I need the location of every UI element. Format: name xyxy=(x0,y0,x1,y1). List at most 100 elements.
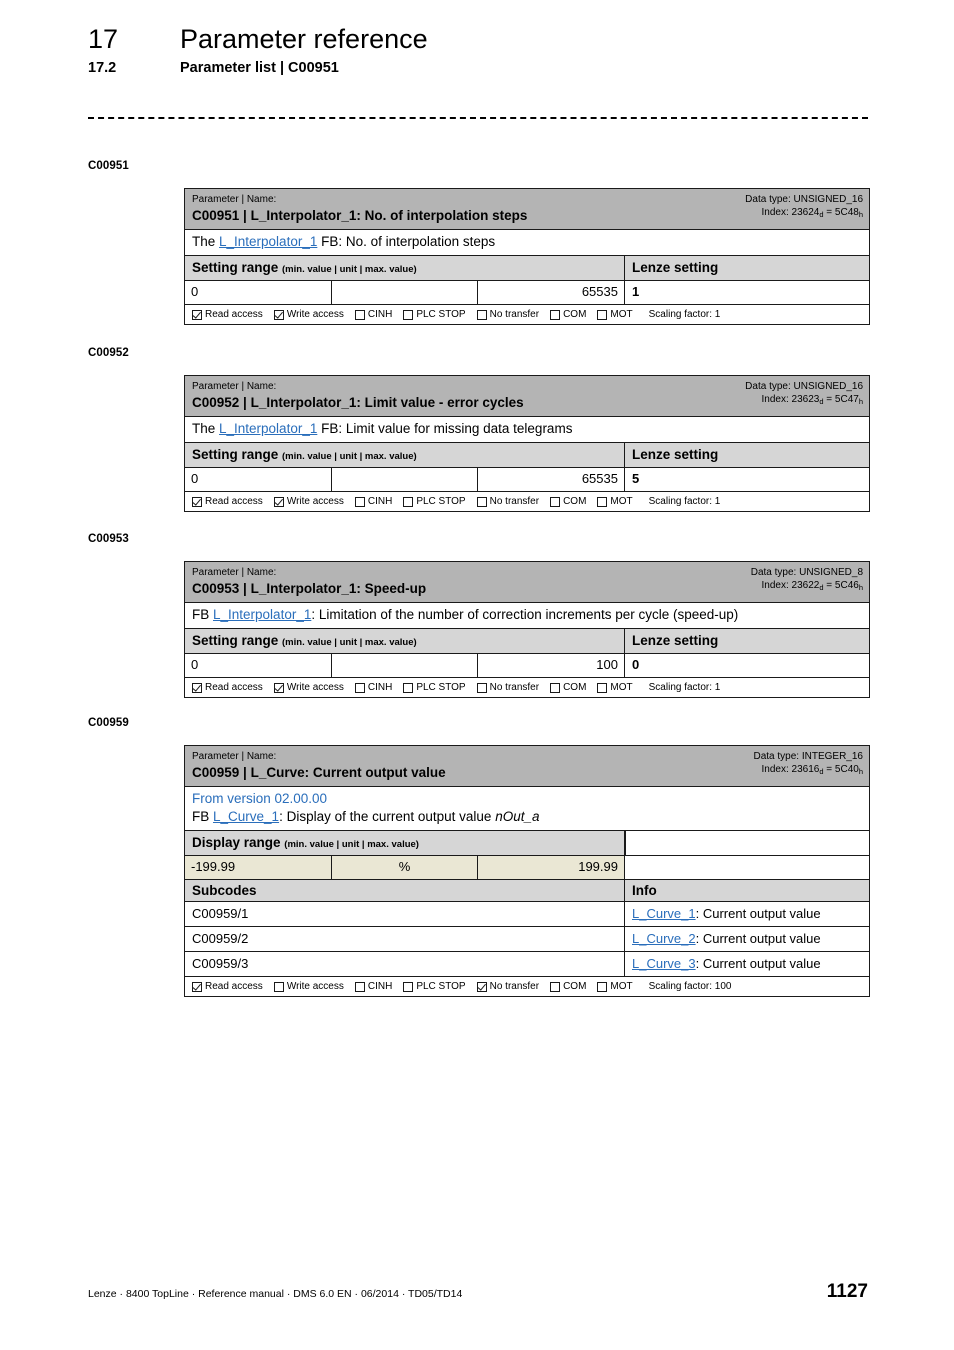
flag-cinh[interactable]: CINH xyxy=(354,308,392,321)
checkbox-cinh-icon xyxy=(354,496,365,507)
flag-write-access[interactable]: Write access xyxy=(273,980,344,993)
flag-label-read-access: Read access xyxy=(205,309,263,320)
parameter-code-label: C00952 xyxy=(88,347,129,359)
table-row: C00959/1 L_Curve_1: Current output value xyxy=(185,902,869,927)
range-title: Setting range xyxy=(192,260,283,275)
flag-plc-stop[interactable]: PLC STOP xyxy=(403,495,466,508)
flag-plc-stop[interactable]: PLC STOP xyxy=(403,980,466,993)
flag-com[interactable]: COM xyxy=(550,308,586,321)
index-dec-subscript: d xyxy=(819,583,824,592)
flag-label-write-access: Write access xyxy=(286,309,344,320)
flag-label-plc-stop: PLC STOP xyxy=(416,309,466,320)
parameter-data-type: Data type: INTEGER_16 xyxy=(753,751,864,762)
parameter-table: Parameter | Name: C00951 | L_Interpolator… xyxy=(184,188,870,325)
parameter-header-left: Parameter | Name: C00951 | L_Interpolator… xyxy=(185,193,745,224)
function-block-link[interactable]: L_Interpolator_1 xyxy=(219,234,317,249)
parameter-description-text: The L_Interpolator_1 FB: Limit value for… xyxy=(192,421,573,436)
range-min-value: -199.99 xyxy=(185,856,332,879)
function-block-link[interactable]: L_Interpolator_1 xyxy=(213,607,311,622)
flag-label-read-access: Read access xyxy=(205,981,263,992)
parameter-description: FB L_Interpolator_1: Limitation of the n… xyxy=(185,603,869,629)
parameter-name-caption: Parameter | Name: xyxy=(192,381,277,392)
parameter-header-left: Parameter | Name: C00952 | L_Interpolator… xyxy=(185,380,745,411)
lenze-setting-value xyxy=(625,856,869,879)
document-page: 17 Parameter reference 17.2 Parameter li… xyxy=(0,0,954,1350)
parameter-name-caption: Parameter | Name: xyxy=(192,751,277,762)
flag-plc-stop[interactable]: PLC STOP xyxy=(403,681,466,694)
subcode-code: C00959/3 xyxy=(185,952,625,976)
index-hex-subscript: h xyxy=(858,397,863,406)
checkbox-mot-icon xyxy=(597,496,608,507)
lenze-setting-header-cell xyxy=(625,831,869,855)
flag-label-no-transfer: No transfer xyxy=(489,309,540,320)
flag-no-transfer[interactable]: No transfer xyxy=(476,681,539,694)
flag-com[interactable]: COM xyxy=(550,495,586,508)
parameter-title: C00953 | L_Interpolator_1: Speed-up xyxy=(192,581,427,596)
flag-write-access[interactable]: Write access xyxy=(273,495,344,508)
flag-write-access[interactable]: Write access xyxy=(273,681,344,694)
flag-write-access[interactable]: Write access xyxy=(273,308,344,321)
flag-read-access[interactable]: Read access xyxy=(192,681,263,694)
function-block-link[interactable]: L_Curve_1 xyxy=(632,906,696,921)
checkbox-com-icon xyxy=(550,309,561,320)
subcodes-column-header: Subcodes xyxy=(185,880,625,901)
flag-com[interactable]: COM xyxy=(550,980,586,993)
flag-no-transfer[interactable]: No transfer xyxy=(476,308,540,321)
checkbox-write-access-icon xyxy=(273,496,284,507)
function-block-link[interactable]: L_Interpolator_1 xyxy=(219,421,317,436)
parameter-index: Index: 23622d = 5C46h xyxy=(761,580,863,592)
parameter-header-right: Data type: INTEGER_16 Index: 23616d = 5C4… xyxy=(754,750,870,781)
parameter-table-header: Parameter | Name: C00952 | L_Interpolator… xyxy=(185,376,869,417)
checkbox-read-access-icon xyxy=(192,981,202,992)
flag-com[interactable]: COM xyxy=(550,681,586,694)
subcode-code: C00959/2 xyxy=(185,927,625,951)
index-dec-subscript: d xyxy=(819,210,824,219)
flag-label-no-transfer: No transfer xyxy=(489,981,540,992)
range-values-row: 0 65535 1 xyxy=(185,281,869,305)
flag-no-transfer[interactable]: No transfer xyxy=(476,980,540,993)
checkbox-no-transfer-icon xyxy=(476,682,487,693)
header-divider xyxy=(88,117,868,119)
flag-read-access[interactable]: Read access xyxy=(192,495,263,508)
range-values-group: 0 65535 xyxy=(185,468,625,491)
flag-plc-stop[interactable]: PLC STOP xyxy=(403,308,466,321)
flag-read-access[interactable]: Read access xyxy=(192,980,263,993)
function-block-link[interactable]: L_Curve_3 xyxy=(632,956,696,971)
flag-cinh[interactable]: CINH xyxy=(354,980,392,993)
flag-mot[interactable]: MOT xyxy=(597,495,633,508)
chapter-heading: 17 Parameter reference xyxy=(88,24,868,55)
lenze-setting-value: 0 xyxy=(632,657,640,672)
flag-label-com: COM xyxy=(563,682,587,693)
function-block-link[interactable]: L_Curve_1 xyxy=(213,809,279,824)
range-values-group: -199.99% 199.99 xyxy=(185,856,625,879)
checkbox-no-transfer-icon xyxy=(476,309,487,320)
flag-label-cinh: CINH xyxy=(367,496,393,507)
range-values-row: 0 100 0 xyxy=(185,654,869,678)
flag-no-transfer[interactable]: No transfer xyxy=(476,495,539,508)
function-block-link[interactable]: L_Curve_2 xyxy=(632,931,696,946)
access-flags-row: Read access Write access CINH PLC STOP No tr… xyxy=(185,977,869,996)
flag-label-mot: MOT xyxy=(610,981,633,992)
parameter-title: C00959 | L_Curve: Current output value xyxy=(192,765,446,780)
parameter-code-label: C00951 xyxy=(88,160,129,172)
range-title: Display range xyxy=(192,835,285,850)
subcodes-header-row: Subcodes Info xyxy=(185,880,869,902)
flag-mot[interactable]: MOT xyxy=(597,980,633,993)
page-header: 17 Parameter reference 17.2 Parameter li… xyxy=(88,24,868,76)
flag-cinh[interactable]: CINH xyxy=(354,681,392,694)
flag-mot[interactable]: MOT xyxy=(597,681,633,694)
parameter-version-note: From version 02.00.00 xyxy=(192,791,328,806)
lenze-setting-title: Lenze setting xyxy=(632,260,719,275)
subcode-info: L_Curve_2: Current output value xyxy=(632,931,821,946)
range-header-row: Display range (min. value | unit | max. … xyxy=(185,831,869,856)
parameter-header-left: Parameter | Name: C00959 | L_Curve: Curre… xyxy=(185,750,754,781)
flag-mot[interactable]: MOT xyxy=(597,308,633,321)
range-min-value: 0 xyxy=(191,657,199,672)
flag-cinh[interactable]: CINH xyxy=(354,495,393,508)
flag-label-read-access: Read access xyxy=(205,682,263,693)
flag-label-mot: MOT xyxy=(610,309,633,320)
footer-page-number: 1127 xyxy=(826,1281,868,1302)
range-header-title-cell: Setting range (min. value | unit | max. … xyxy=(185,443,625,467)
range-unit xyxy=(331,654,478,677)
flag-read-access[interactable]: Read access xyxy=(192,308,263,321)
